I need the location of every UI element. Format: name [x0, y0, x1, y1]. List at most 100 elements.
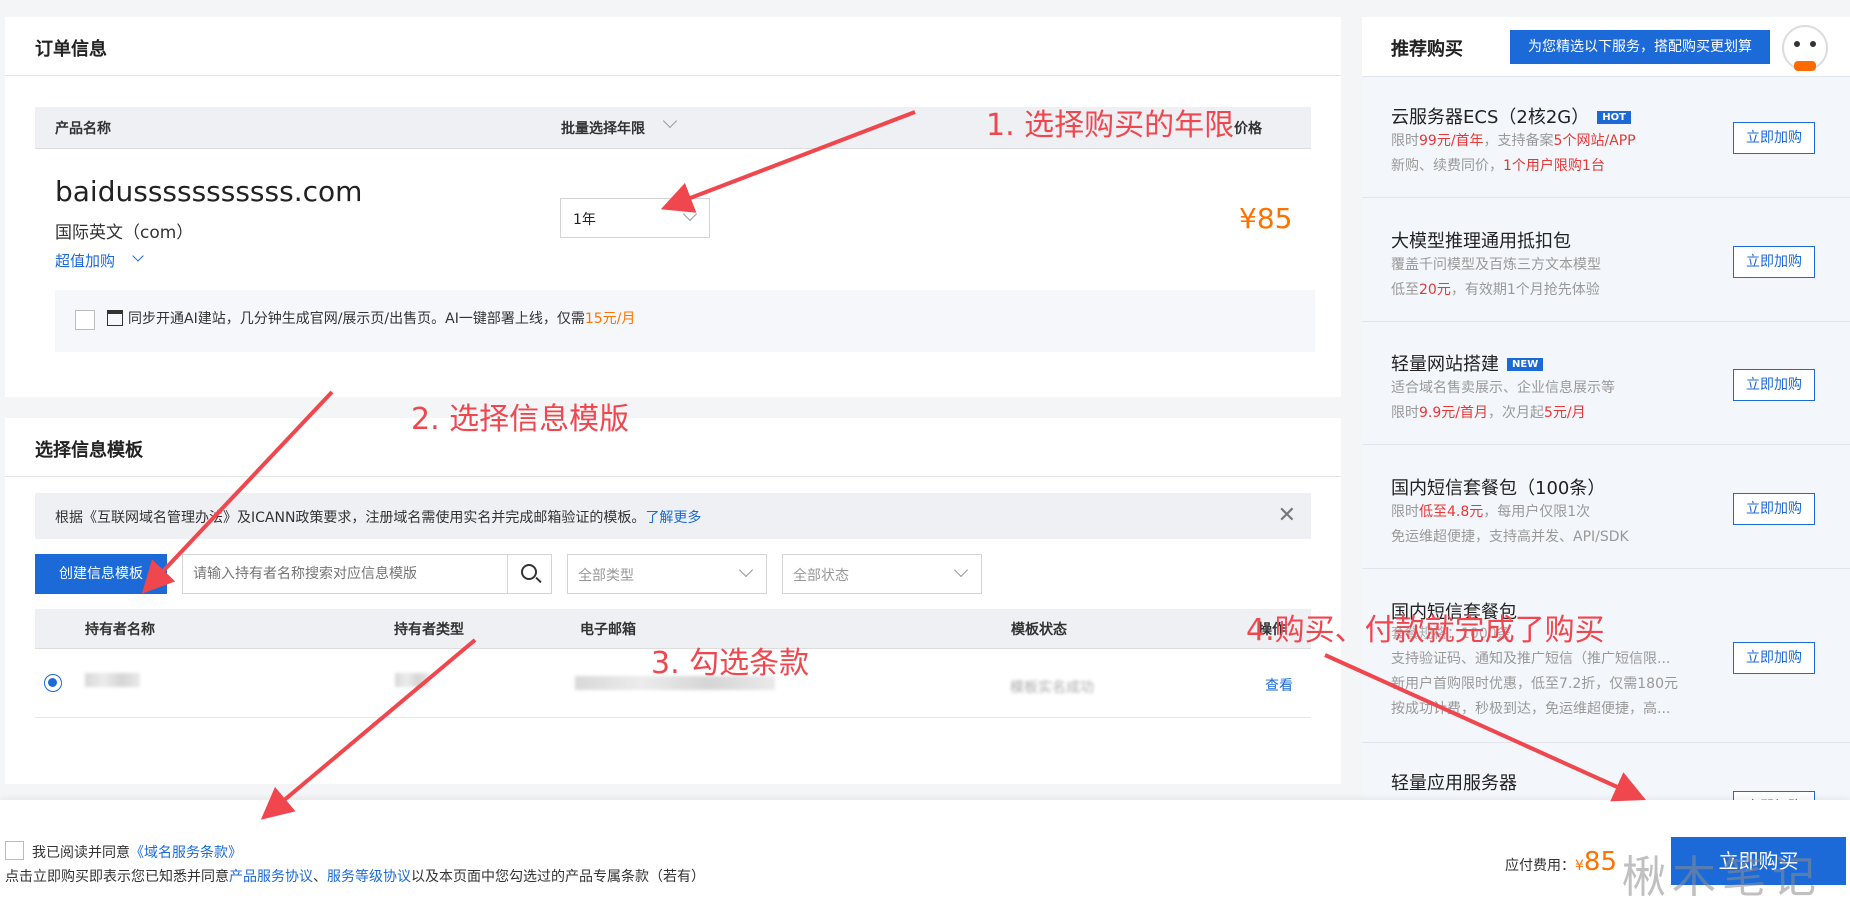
col-years[interactable]: 批量选择年限 — [561, 118, 645, 138]
rec-line: 免运维超便捷，支持高并发、API/SDK — [1391, 529, 1629, 545]
rec-highlight: 1个用户限购1台 — [1503, 158, 1605, 174]
ai-site-desc: 同步开通AI建站，几分钟生成官网/展示页/出售页。AI一键部署上线，仅需 — [128, 311, 585, 327]
addon-link-label[interactable]: 超值加购 — [55, 252, 115, 270]
sla-link[interactable]: 服务等级协议 — [327, 869, 411, 885]
notice-text: 根据《互联网域名管理办法》及ICANN政策要求，注册域名需使用实名并完成邮箱验证… — [55, 507, 701, 527]
add-button[interactable]: 立即加购 — [1733, 493, 1815, 525]
rec-item-website: 轻量网站搭建 NEW 适合域名售卖展示、企业信息展示等 限时9.9元/首月，次月起… — [1362, 325, 1850, 445]
rec-highlight: 5元/月 — [1543, 405, 1586, 421]
legal-a: 点击立即购买即表示您已知悉并同意 — [5, 869, 229, 885]
rec-line: 适合域名售卖展示、企业信息展示等 — [1391, 380, 1615, 396]
ai-site-checkbox[interactable] — [75, 310, 95, 330]
rec-line: 限时9.9元/首月，次月起5元/月 — [1391, 402, 1586, 422]
rec-highlight: 5个网站/APP — [1553, 133, 1636, 149]
rec-line: 新用户首购限时优惠，低至7.2折，仅需180元 — [1391, 676, 1678, 692]
row-status: 模板实名成功 — [1010, 680, 1094, 696]
rec-text: 限时 — [1391, 504, 1419, 520]
terms-link[interactable]: 《域名服务条款》 — [130, 845, 242, 861]
rec-highlight: 20元 — [1419, 282, 1451, 298]
rec-title: 云服务器ECS（2核2G） HOT — [1391, 103, 1631, 129]
col-holder-type: 持有者类型 — [394, 622, 464, 638]
col-email: 电子邮箱 — [580, 622, 636, 638]
add-button[interactable]: 立即加购 — [1733, 369, 1815, 401]
annotation-step-4: 4.购买、付款就完成了购买 — [1246, 613, 1605, 648]
pay-summary: 应付费用：¥85 — [1505, 847, 1617, 877]
rec-item-lightweight-server: 轻量应用服务器 立即加购 — [1362, 747, 1850, 809]
col-product: 产品名称 — [55, 121, 111, 137]
type-select-value: 全部类型 — [578, 568, 634, 584]
chevron-down-icon — [132, 250, 144, 262]
annotation-step-1: 1. 选择购买的年限 — [986, 108, 1235, 143]
add-button[interactable]: 立即加购 — [1733, 122, 1815, 154]
create-template-button[interactable]: 创建信息模板 — [35, 554, 167, 594]
service-agreement-link[interactable]: 产品服务协议 — [229, 869, 313, 885]
rec-line: 低至20元，有效期1个月抢先体验 — [1391, 279, 1600, 299]
legal-sep: 、 — [313, 869, 327, 885]
notice-link[interactable]: 了解更多 — [645, 510, 701, 526]
mascot-icon — [1782, 25, 1828, 71]
rec-text: ，每用户仅限1次 — [1483, 504, 1591, 520]
col-holder-name: 持有者名称 — [85, 622, 155, 638]
rec-item-sms: 国内短信套餐包 套餐规格：1000条 支持验证码、通知及推广短信（推广短信限..… — [1362, 573, 1850, 743]
rec-text: 限时 — [1391, 405, 1419, 421]
rec-text: 限时 — [1391, 133, 1419, 149]
status-select[interactable]: 全部状态 — [782, 554, 982, 594]
rec-line: 限时99元/首年，支持备案5个网站/APP — [1391, 130, 1636, 150]
rec-item-ecs: 云服务器ECS（2核2G） HOT 限时99元/首年，支持备案5个网站/APP 新… — [1362, 78, 1850, 198]
rec-text: 低至 — [1391, 282, 1419, 298]
status-select-value: 全部状态 — [793, 568, 849, 584]
year-select[interactable]: 1年 — [560, 198, 710, 238]
calendar-icon — [107, 310, 123, 326]
col-status: 模板状态 — [1011, 622, 1067, 638]
watermark: 楸木笔记 — [1622, 852, 1822, 903]
pay-currency: ¥ — [1575, 858, 1584, 874]
view-link[interactable]: 查看 — [1265, 675, 1293, 695]
annotation-step-3: 3. 勾选条款 — [651, 646, 810, 681]
template-search[interactable] — [182, 554, 552, 594]
pay-label: 应付费用： — [1505, 858, 1575, 874]
order-panel: 订单信息 产品名称 批量选择年限 价格 baidusssssssssss.com… — [5, 17, 1341, 397]
annotation-step-2: 2. 选择信息模版 — [411, 402, 630, 437]
rec-title-text: 轻量网站搭建 — [1391, 354, 1499, 375]
rec-title: 轻量网站搭建 NEW — [1391, 350, 1544, 376]
divider — [5, 75, 1341, 76]
close-icon[interactable]: ✕ — [1278, 505, 1296, 527]
agree-checkbox[interactable] — [5, 841, 24, 860]
recommend-title: 推荐购买 — [1391, 39, 1463, 60]
recommend-banner: 为您精选以下服务，搭配购买更划算 — [1510, 30, 1770, 64]
notice-bar: 根据《互联网域名管理办法》及ICANN政策要求，注册域名需使用实名并完成邮箱验证… — [35, 493, 1311, 539]
footer-bar: 我已阅读并同意《域名服务条款》 点击立即购买即表示您已知悉并同意产品服务协议、服… — [0, 800, 1850, 910]
new-badge: NEW — [1507, 358, 1544, 371]
rec-text: ，有效期1个月抢先体验 — [1450, 282, 1600, 298]
row-radio[interactable] — [44, 674, 62, 692]
legal-text: 点击立即购买即表示您已知悉并同意产品服务协议、服务等级协议以及本页面中您勾选过的… — [5, 866, 705, 886]
domain-name: baidusssssssssss.com — [55, 175, 363, 208]
chevron-down-icon — [682, 206, 698, 222]
rec-highlight: 低至4.8元 — [1419, 504, 1484, 520]
rec-item-llm: 大模型推理通用抵扣包 覆盖千问模型及百炼三方文本模型 低至20元，有效期1个月抢… — [1362, 202, 1850, 322]
add-button[interactable]: 立即加购 — [1733, 246, 1815, 278]
template-title: 选择信息模板 — [35, 440, 143, 461]
order-price: ¥85 — [1239, 202, 1293, 235]
rec-title-text: 云服务器ECS（2核2G） — [1391, 107, 1590, 128]
holder-name-redacted — [85, 673, 140, 687]
year-select-value: 1年 — [573, 212, 596, 228]
type-select[interactable]: 全部类型 — [567, 554, 767, 594]
divider — [5, 476, 1341, 477]
rec-line: 限时低至4.8元，每用户仅限1次 — [1391, 501, 1590, 521]
addon-link[interactable]: 超值加购 — [55, 250, 144, 271]
ai-site-option: 同步开通AI建站，几分钟生成官网/展示页/出售页。AI一键部署上线，仅需15元/… — [55, 290, 1315, 352]
rec-text: ，支持备案 — [1483, 133, 1554, 149]
rec-text: ，次月起 — [1487, 405, 1544, 421]
add-button[interactable]: 立即加购 — [1733, 642, 1815, 674]
legal-b: 以及本页面中您勾选过的产品专属条款（若有） — [411, 869, 705, 885]
rec-highlight: 9.9元/首月 — [1419, 405, 1488, 421]
ai-site-text: 同步开通AI建站，几分钟生成官网/展示页/出售页。AI一键部署上线，仅需15元/… — [128, 308, 635, 328]
rec-highlight: 99元/首年 — [1419, 133, 1484, 149]
rec-line: 按成功计费，秒极到达，免运维超便捷，高... — [1391, 701, 1671, 717]
notice-body: 根据《互联网域名管理办法》及ICANN政策要求，注册域名需使用实名并完成邮箱验证… — [55, 510, 646, 526]
search-input[interactable] — [183, 555, 507, 593]
search-icon[interactable] — [507, 555, 552, 593]
hot-badge: HOT — [1597, 111, 1631, 124]
pay-amount: 85 — [1583, 847, 1618, 877]
